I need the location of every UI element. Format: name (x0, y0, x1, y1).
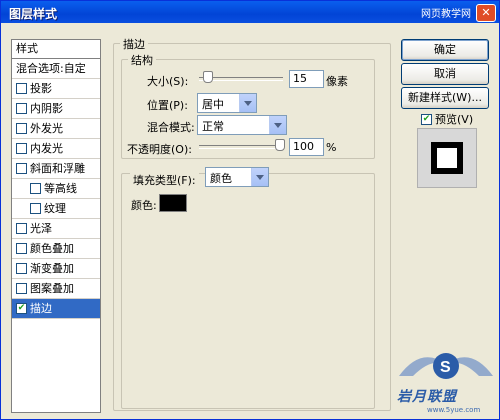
style-item-label: 内阴影 (30, 102, 63, 115)
opacity-label: 不透明度(O): (127, 143, 192, 156)
ok-button[interactable]: 确定 (401, 39, 489, 61)
blend-mode-label: 混合模式: (147, 121, 195, 134)
checkbox-icon[interactable] (16, 82, 27, 94)
position-label: 位置(P): (147, 99, 188, 112)
style-item[interactable]: 投影 (12, 79, 100, 99)
style-item-label: 渐变叠加 (30, 262, 74, 275)
style-item[interactable]: ✔ 描边 (12, 299, 100, 319)
opacity-slider-thumb[interactable] (275, 139, 285, 151)
style-item-label: 描边 (30, 302, 52, 315)
styles-header[interactable]: 样式 (12, 40, 100, 59)
structure-title: 结构 (128, 52, 156, 68)
style-item-label: 颜色叠加 (30, 242, 74, 255)
stroke-section-title: 描边 (120, 36, 148, 52)
layer-style-dialog: 图层样式 网页教学网 ✕ 样式 混合选项:自定投影内阴影外发光内发光斜面和浮雕等… (0, 0, 500, 420)
style-item[interactable]: 纹理 (12, 199, 100, 219)
checkbox-icon[interactable] (16, 242, 27, 254)
new-style-button[interactable]: 新建样式(W)... (401, 87, 489, 109)
style-item-label: 纹理 (44, 202, 66, 215)
checkbox-icon[interactable] (16, 122, 27, 134)
checkbox-icon[interactable] (30, 202, 41, 214)
chevron-down-icon[interactable] (251, 168, 268, 186)
style-item-label: 图案叠加 (30, 282, 74, 295)
close-button[interactable]: ✕ (476, 4, 496, 22)
style-item[interactable]: 混合选项:自定 (12, 59, 100, 79)
size-label: 大小(S): (147, 75, 189, 88)
size-unit: 像素 (326, 75, 348, 88)
style-item[interactable]: 光泽 (12, 219, 100, 239)
title-bar[interactable]: 图层样式 网页教学网 ✕ (1, 1, 499, 23)
position-select[interactable]: 居中 (197, 93, 257, 113)
style-item-label: 投影 (30, 82, 52, 95)
style-item[interactable]: 内阴影 (12, 99, 100, 119)
style-item[interactable]: 外发光 (12, 119, 100, 139)
style-item[interactable]: 斜面和浮雕 (12, 159, 100, 179)
style-item-label: 外发光 (30, 122, 63, 135)
svg-text:S: S (440, 359, 451, 376)
blend-mode-value: 正常 (202, 120, 224, 133)
blend-mode-select[interactable]: 正常 (197, 115, 287, 135)
style-item[interactable]: 颜色叠加 (12, 239, 100, 259)
color-swatch[interactable] (159, 194, 187, 212)
style-item[interactable]: 图案叠加 (12, 279, 100, 299)
checkbox-icon[interactable] (16, 162, 27, 174)
logo-url: www.5yue.com (427, 406, 481, 414)
fill-type-value: 颜色 (210, 172, 232, 185)
style-item[interactable]: 渐变叠加 (12, 259, 100, 279)
size-slider-thumb[interactable] (202, 71, 213, 83)
title-watermark: 网页教学网 (421, 9, 471, 20)
chevron-down-icon[interactable] (269, 116, 286, 134)
checkbox-icon[interactable] (16, 262, 27, 274)
preview-thumbnail (417, 128, 477, 188)
preview-label: 预览(V) (435, 113, 474, 126)
wing-logo-icon: S (399, 353, 493, 379)
stroke-preview-shape (431, 142, 463, 174)
checkbox-icon[interactable] (16, 102, 27, 114)
checkbox-icon[interactable] (30, 182, 41, 194)
color-label: 颜色: (131, 199, 157, 212)
style-item-label: 混合选项:自定 (16, 62, 86, 75)
style-item-label: 等高线 (44, 182, 77, 195)
checkbox-icon[interactable]: ✔ (421, 113, 432, 125)
preview-checkbox[interactable]: ✔ 预览(V) (421, 111, 473, 127)
checkbox-icon[interactable] (16, 282, 27, 294)
opacity-slider-track[interactable] (199, 145, 283, 149)
window-title: 图层样式 (9, 7, 58, 21)
checkbox-icon[interactable] (16, 222, 27, 234)
fill-type-select[interactable]: 颜色 (205, 167, 269, 187)
cancel-button[interactable]: 取消 (401, 63, 489, 85)
opacity-input[interactable]: 100 (289, 138, 324, 156)
watermark-logo: S 岩月联盟 www.5yue.com (391, 336, 500, 416)
style-item-label: 内发光 (30, 142, 63, 155)
position-value: 居中 (202, 98, 224, 111)
chevron-down-icon[interactable] (239, 94, 256, 112)
style-item-label: 斜面和浮雕 (30, 162, 85, 175)
size-input[interactable]: 15 (289, 70, 324, 88)
checkbox-icon[interactable] (16, 142, 27, 154)
logo-text: 岩月联盟 (397, 389, 457, 405)
fill-type-label: 填充类型(F): (130, 172, 199, 188)
checkbox-checked-icon[interactable]: ✔ (16, 302, 27, 314)
opacity-unit: % (326, 141, 337, 154)
style-item[interactable]: 等高线 (12, 179, 100, 199)
styles-list: 样式 混合选项:自定投影内阴影外发光内发光斜面和浮雕等高线纹理光泽颜色叠加渐变叠… (11, 39, 101, 413)
style-item[interactable]: 内发光 (12, 139, 100, 159)
style-item-label: 光泽 (30, 222, 52, 235)
